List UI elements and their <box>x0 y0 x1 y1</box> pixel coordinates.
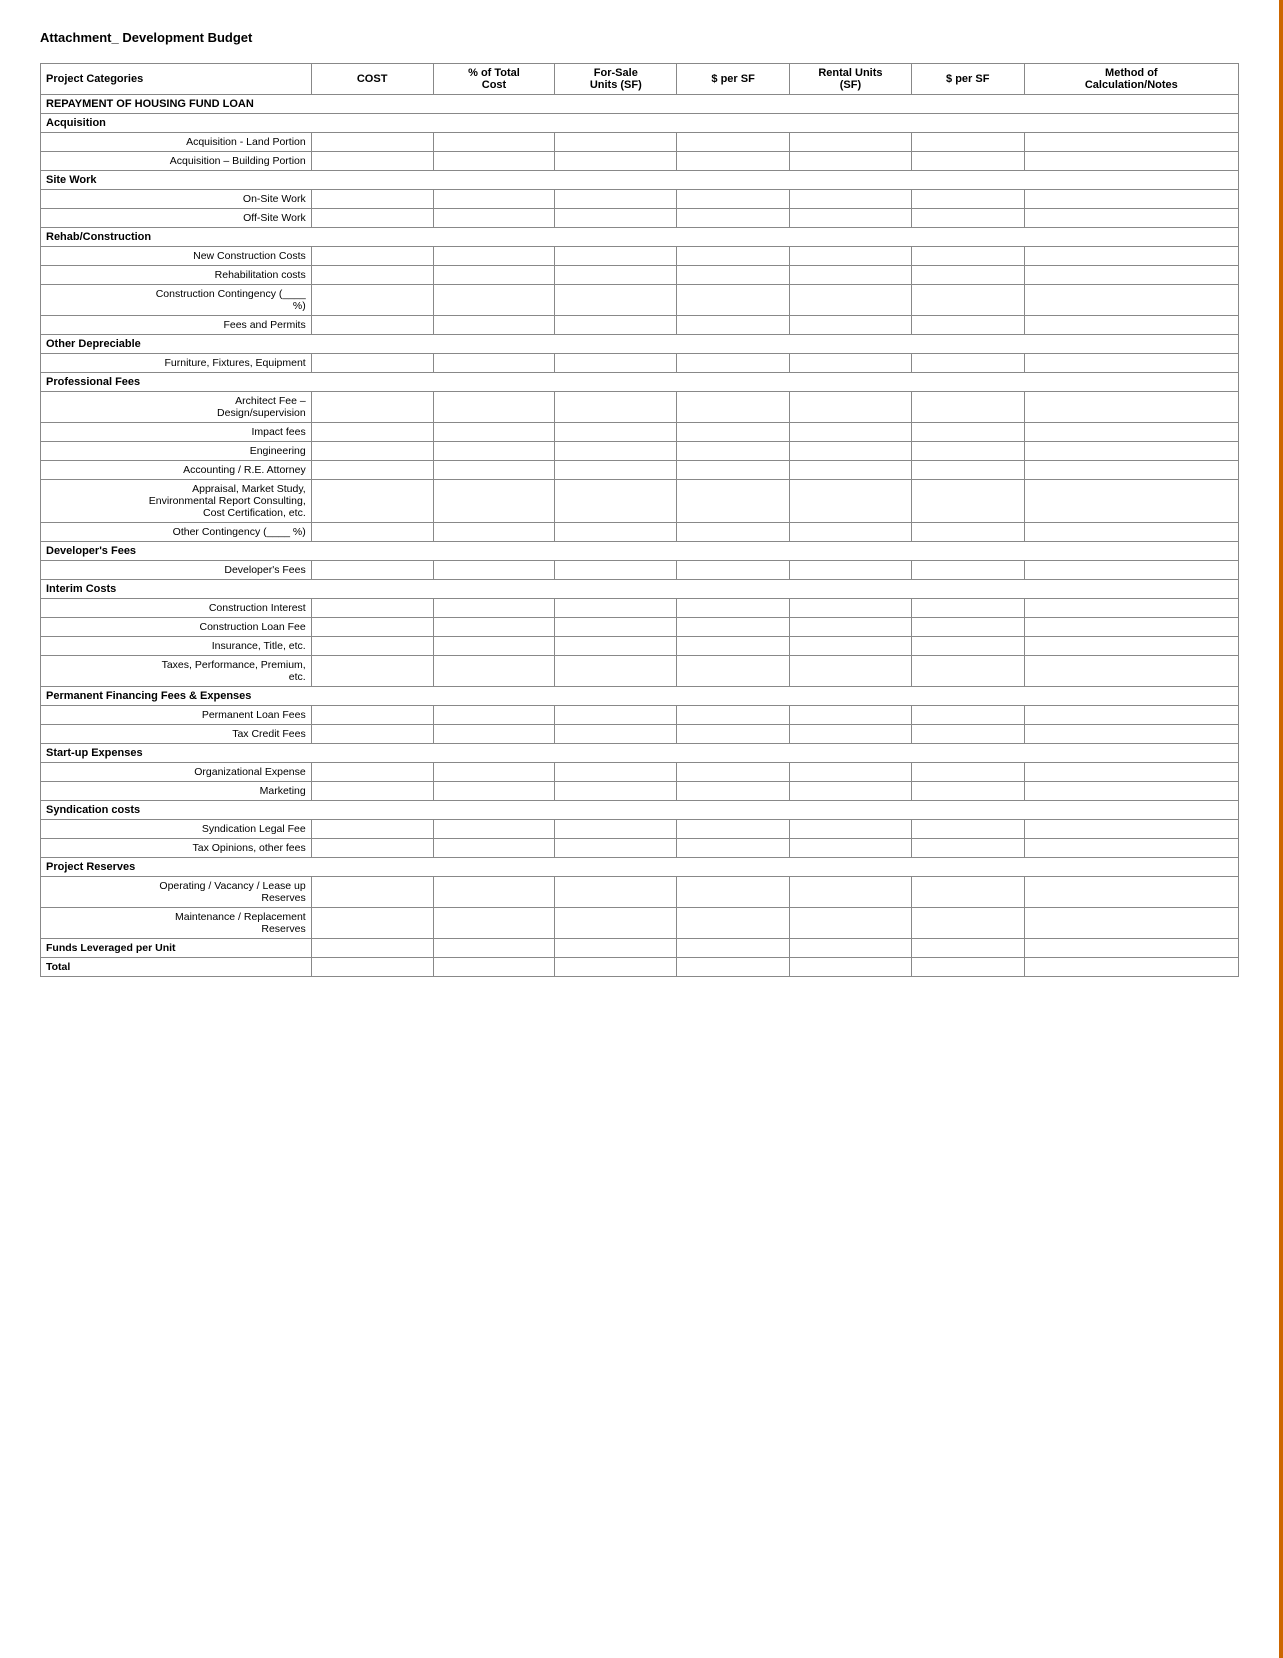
header-persf1: $ per SF <box>677 64 790 95</box>
table-row: Accounting / R.E. Attorney <box>41 461 1239 480</box>
table-row: Furniture, Fixtures, Equipment <box>41 354 1239 373</box>
table-row: Organizational Expense <box>41 763 1239 782</box>
table-row: Rehab/Construction <box>41 228 1239 247</box>
table-row: Acquisition - Land Portion <box>41 133 1239 152</box>
table-row: Impact fees <box>41 423 1239 442</box>
page-title: Attachment_ Development Budget <box>40 30 1239 45</box>
header-forsale: For-SaleUnits (SF) <box>555 64 677 95</box>
header-persf2: $ per SF <box>911 64 1024 95</box>
table-row: Other Contingency (____ %) <box>41 523 1239 542</box>
table-row: Taxes, Performance, Premium,etc. <box>41 656 1239 687</box>
header-method: Method ofCalculation/Notes <box>1024 64 1238 95</box>
table-row: Project Reserves <box>41 858 1239 877</box>
table-row: Developer's Fees <box>41 542 1239 561</box>
header-pct: % of TotalCost <box>433 64 555 95</box>
page: Attachment_ Development Budget Project C… <box>0 0 1283 1658</box>
table-row: Appraisal, Market Study,Environmental Re… <box>41 480 1239 523</box>
table-row: Rehabilitation costs <box>41 266 1239 285</box>
table-row: Construction Interest <box>41 599 1239 618</box>
table-row: Other Depreciable <box>41 335 1239 354</box>
table-row: Off-Site Work <box>41 209 1239 228</box>
table-row: Engineering <box>41 442 1239 461</box>
table-row: Acquisition – Building Portion <box>41 152 1239 171</box>
table-row: Construction Loan Fee <box>41 618 1239 637</box>
table-row: Tax Credit Fees <box>41 725 1239 744</box>
table-row: Permanent Financing Fees & Expenses <box>41 687 1239 706</box>
header-cost: COST <box>311 64 433 95</box>
table-row: Marketing <box>41 782 1239 801</box>
table-row: Professional Fees <box>41 373 1239 392</box>
table-row: Syndication costs <box>41 801 1239 820</box>
table-row: Syndication Legal Fee <box>41 820 1239 839</box>
table-row: Operating / Vacancy / Lease upReserves <box>41 877 1239 908</box>
table-row: Construction Contingency (____%) <box>41 285 1239 316</box>
table-row: REPAYMENT OF HOUSING FUND LOAN <box>41 95 1239 114</box>
table-row: Tax Opinions, other fees <box>41 839 1239 858</box>
table-row: New Construction Costs <box>41 247 1239 266</box>
table-row: Interim Costs <box>41 580 1239 599</box>
table-row: Architect Fee –Design/supervision <box>41 392 1239 423</box>
budget-table: Project Categories COST % of TotalCost F… <box>40 63 1239 977</box>
table-row: Site Work <box>41 171 1239 190</box>
table-row: Funds Leveraged per Unit <box>41 939 1239 958</box>
header-category: Project Categories <box>41 64 312 95</box>
header-rental: Rental Units(SF) <box>790 64 912 95</box>
table-row: Start-up Expenses <box>41 744 1239 763</box>
table-row: Fees and Permits <box>41 316 1239 335</box>
table-row: On-Site Work <box>41 190 1239 209</box>
header-row: Project Categories COST % of TotalCost F… <box>41 64 1239 95</box>
table-row: Total <box>41 958 1239 977</box>
table-row: Insurance, Title, etc. <box>41 637 1239 656</box>
table-row: Permanent Loan Fees <box>41 706 1239 725</box>
table-row: Developer's Fees <box>41 561 1239 580</box>
table-row: Maintenance / ReplacementReserves <box>41 908 1239 939</box>
table-row: Acquisition <box>41 114 1239 133</box>
